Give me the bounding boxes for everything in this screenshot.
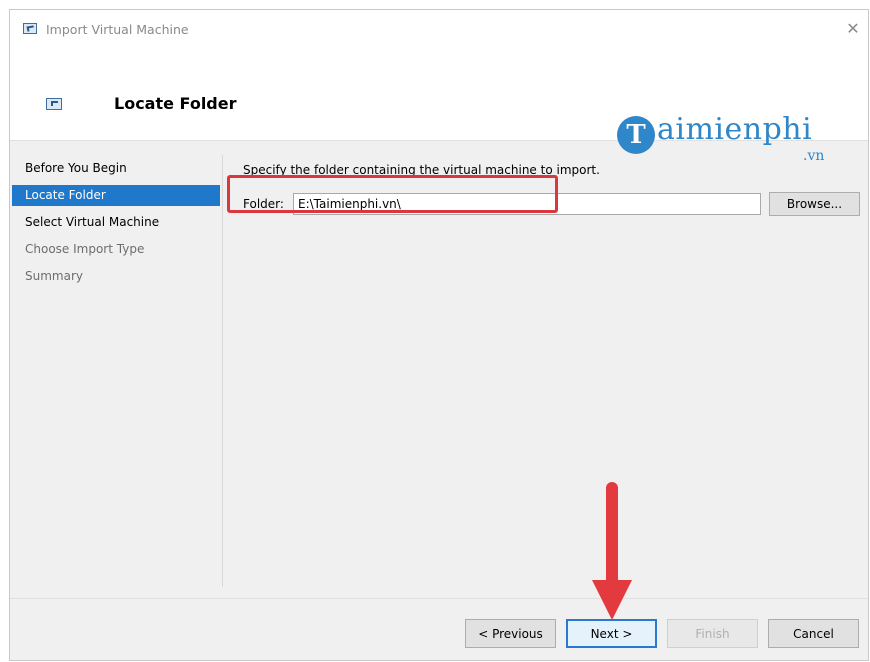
watermark-logo: T (617, 116, 655, 154)
taimienphi-watermark: T aimienphi .vn (617, 110, 847, 168)
down-arrow-icon (592, 580, 632, 620)
title-bar: Import Virtual Machine ✕ (10, 10, 868, 50)
watermark-text: aimienphi (657, 112, 813, 147)
close-icon[interactable]: ✕ (838, 16, 868, 42)
window-title: Import Virtual Machine (46, 22, 189, 37)
wizard-header: Locate Folder T aimienphi .vn (10, 50, 868, 164)
finish-button: Finish (667, 619, 758, 648)
arrow-annotation-shaft (606, 482, 618, 592)
sidebar-item-select-virtual-machine[interactable]: Select Virtual Machine (12, 212, 220, 233)
sidebar-item-choose-import-type: Choose Import Type (25, 242, 145, 256)
wizard-steps-sidebar: Before You Begin Locate Folder Select Vi… (10, 155, 223, 587)
next-button[interactable]: Next > (566, 619, 657, 648)
browse-button[interactable]: Browse... (769, 192, 860, 216)
watermark-suffix: .vn (803, 148, 825, 164)
sidebar-item-before-you-begin[interactable]: Before You Begin (12, 158, 220, 179)
vm-folder-icon (46, 98, 62, 110)
import-vm-window: Import Virtual Machine ✕ Locate Folder T… (9, 9, 869, 661)
vm-window-icon (23, 23, 37, 34)
folder-highlight-annotation (227, 175, 558, 213)
cancel-button[interactable]: Cancel (768, 619, 859, 648)
sidebar-item-summary: Summary (25, 269, 83, 283)
page-title: Locate Folder (114, 94, 237, 113)
sidebar-item-locate-folder[interactable]: Locate Folder (12, 185, 220, 206)
previous-button[interactable]: < Previous (465, 619, 556, 648)
